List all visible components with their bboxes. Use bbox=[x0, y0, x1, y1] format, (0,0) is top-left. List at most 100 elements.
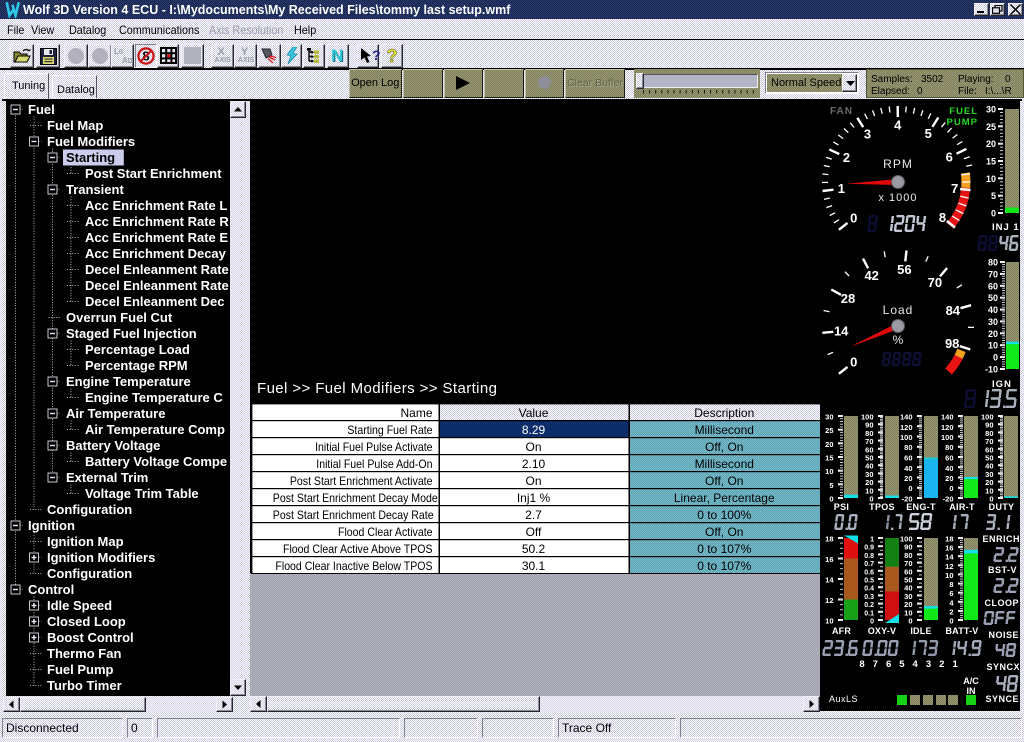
svg-text:120: 120 bbox=[900, 423, 913, 432]
svg-text:50: 50 bbox=[985, 454, 993, 463]
svg-text:A/C: A/C bbox=[963, 676, 979, 686]
svg-text:7: 7 bbox=[873, 659, 878, 670]
svg-text:6: 6 bbox=[949, 589, 953, 598]
svg-text:BATT-V: BATT-V bbox=[945, 626, 978, 636]
svg-text:x 1000: x 1000 bbox=[878, 192, 917, 204]
svg-text:40: 40 bbox=[945, 464, 953, 473]
svg-text:SYNCX: SYNCX bbox=[986, 662, 1020, 672]
svg-text:20: 20 bbox=[985, 478, 993, 487]
svg-text:20: 20 bbox=[825, 440, 833, 449]
svg-text:30: 30 bbox=[988, 317, 998, 327]
svg-text:0.1: 0.1 bbox=[864, 610, 874, 617]
svg-text:30: 30 bbox=[865, 470, 873, 479]
svg-text:80: 80 bbox=[865, 429, 873, 438]
svg-text:FAN: FAN bbox=[830, 106, 853, 117]
svg-text:4: 4 bbox=[894, 118, 902, 133]
svg-text:14: 14 bbox=[834, 324, 849, 339]
svg-text:0: 0 bbox=[993, 353, 998, 363]
svg-text:20: 20 bbox=[904, 474, 912, 483]
svg-text:0: 0 bbox=[908, 484, 912, 493]
svg-text:ENG-T: ENG-T bbox=[906, 502, 936, 512]
svg-text:140: 140 bbox=[900, 413, 913, 422]
svg-text:20: 20 bbox=[986, 139, 996, 149]
svg-text:140: 140 bbox=[941, 413, 954, 422]
svg-text:BST-V: BST-V bbox=[988, 565, 1017, 575]
svg-text:10: 10 bbox=[825, 617, 833, 626]
svg-text:70: 70 bbox=[988, 269, 998, 279]
svg-text:8: 8 bbox=[859, 659, 864, 670]
svg-text:0.5: 0.5 bbox=[864, 578, 874, 585]
svg-text:80: 80 bbox=[985, 429, 993, 438]
svg-text:ENRICH: ENRICH bbox=[982, 534, 1020, 544]
svg-text:INJ 1: INJ 1 bbox=[992, 222, 1020, 233]
svg-text:14: 14 bbox=[825, 576, 834, 585]
svg-text:AIR-T: AIR-T bbox=[949, 502, 975, 512]
svg-text:18: 18 bbox=[945, 535, 953, 544]
svg-text:100: 100 bbox=[941, 433, 954, 442]
svg-text:3: 3 bbox=[864, 126, 871, 141]
svg-text:50: 50 bbox=[904, 576, 912, 585]
svg-text:25: 25 bbox=[825, 426, 833, 435]
svg-text:30: 30 bbox=[825, 413, 833, 422]
svg-text:90: 90 bbox=[865, 421, 873, 430]
svg-text:0: 0 bbox=[850, 210, 857, 225]
svg-text:AuxLS: AuxLS bbox=[829, 694, 858, 704]
svg-text:80: 80 bbox=[945, 443, 953, 452]
svg-text:0.9: 0.9 bbox=[864, 545, 874, 552]
svg-text:10: 10 bbox=[945, 571, 953, 580]
svg-text:0.3: 0.3 bbox=[864, 594, 874, 601]
svg-text:0: 0 bbox=[908, 617, 912, 626]
svg-text:2: 2 bbox=[843, 150, 850, 165]
svg-text:0.2: 0.2 bbox=[864, 602, 874, 609]
svg-text:IGN: IGN bbox=[992, 379, 1012, 390]
svg-text:30: 30 bbox=[904, 592, 912, 601]
svg-text:80: 80 bbox=[904, 551, 912, 560]
svg-text:70: 70 bbox=[928, 275, 942, 290]
svg-text:100: 100 bbox=[900, 535, 913, 544]
svg-text:14: 14 bbox=[945, 553, 954, 562]
svg-text:20: 20 bbox=[988, 329, 998, 339]
svg-text:0: 0 bbox=[949, 484, 953, 493]
svg-text:40: 40 bbox=[865, 462, 873, 471]
svg-text:70: 70 bbox=[985, 437, 993, 446]
svg-text:30: 30 bbox=[986, 105, 996, 115]
svg-text:10: 10 bbox=[825, 467, 833, 476]
svg-text:15: 15 bbox=[825, 454, 833, 463]
svg-text:40: 40 bbox=[904, 584, 912, 593]
svg-text:1: 1 bbox=[870, 537, 874, 544]
svg-text:PSI: PSI bbox=[834, 502, 849, 512]
svg-text:60: 60 bbox=[904, 454, 912, 463]
svg-text:0.8: 0.8 bbox=[864, 553, 874, 560]
svg-text:OXY-V: OXY-V bbox=[868, 626, 897, 636]
svg-text:0: 0 bbox=[850, 354, 857, 369]
svg-text:IN: IN bbox=[967, 686, 976, 696]
svg-text:10: 10 bbox=[986, 174, 996, 184]
svg-text:80: 80 bbox=[988, 258, 998, 268]
svg-text:2: 2 bbox=[949, 607, 953, 616]
svg-text:%: % bbox=[893, 333, 904, 347]
svg-text:10: 10 bbox=[988, 341, 998, 351]
svg-text:60: 60 bbox=[988, 281, 998, 291]
svg-text:-10: -10 bbox=[985, 365, 998, 375]
svg-text:60: 60 bbox=[865, 445, 873, 454]
svg-text:1: 1 bbox=[838, 181, 845, 196]
svg-text:0.4: 0.4 bbox=[864, 586, 874, 593]
svg-text:30: 30 bbox=[985, 470, 993, 479]
svg-text:84: 84 bbox=[946, 303, 961, 318]
svg-text:NOISE: NOISE bbox=[988, 630, 1019, 640]
svg-text:FUEL: FUEL bbox=[949, 106, 978, 117]
svg-text:90: 90 bbox=[985, 421, 993, 430]
svg-text:8: 8 bbox=[949, 580, 953, 589]
svg-text:12: 12 bbox=[945, 562, 953, 571]
svg-text:0.7: 0.7 bbox=[864, 561, 874, 568]
svg-text:60: 60 bbox=[904, 567, 912, 576]
svg-text:3: 3 bbox=[926, 659, 931, 670]
svg-text:5: 5 bbox=[899, 659, 905, 670]
svg-text:5: 5 bbox=[829, 481, 833, 490]
svg-text:5: 5 bbox=[991, 191, 996, 201]
svg-text:25: 25 bbox=[986, 122, 996, 132]
svg-text:1: 1 bbox=[952, 659, 958, 670]
svg-text:90: 90 bbox=[904, 543, 912, 552]
svg-text:4: 4 bbox=[913, 659, 919, 670]
svg-text:2: 2 bbox=[939, 659, 944, 670]
